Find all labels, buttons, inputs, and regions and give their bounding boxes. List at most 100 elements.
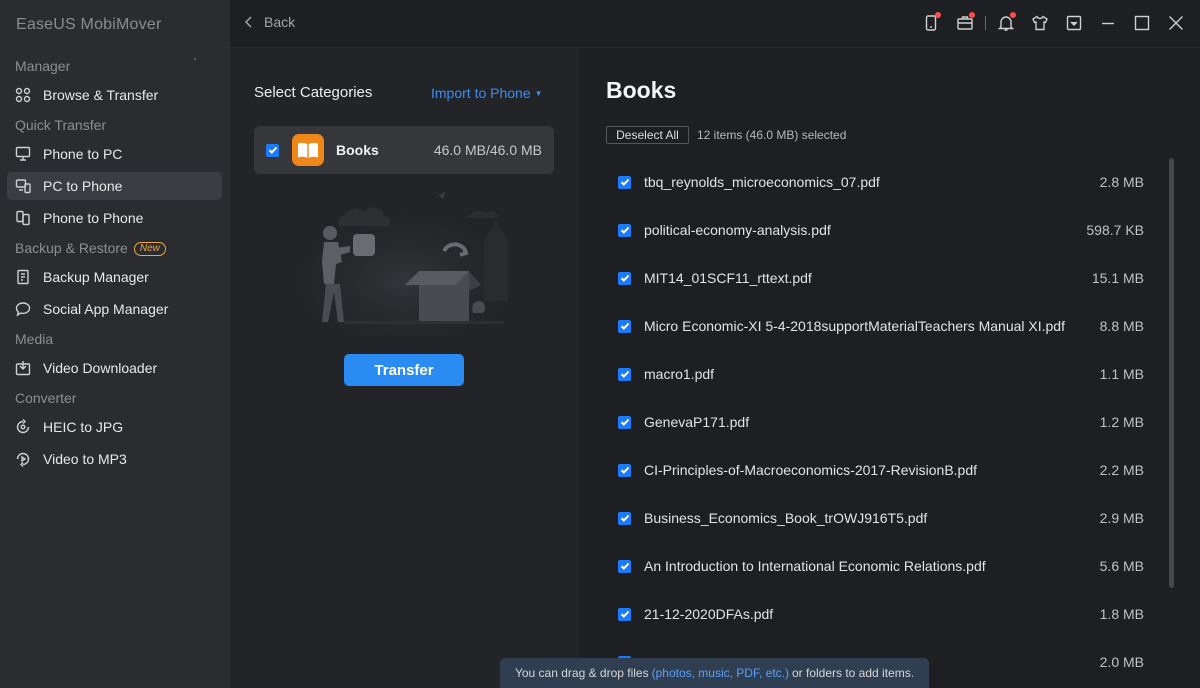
device-button[interactable] xyxy=(921,12,941,34)
pc-to-phone-icon xyxy=(15,178,31,194)
file-size: 2.2 MB xyxy=(1099,462,1144,478)
check-icon xyxy=(620,562,629,570)
sidebar-item-label: Backup Manager xyxy=(43,269,149,285)
back-button[interactable]: Back xyxy=(244,14,295,30)
close-icon xyxy=(1169,16,1183,30)
check-icon xyxy=(620,514,629,522)
drag-drop-hint: You can drag & drop files (photos, music… xyxy=(500,658,929,688)
scrollbar[interactable] xyxy=(1169,158,1174,588)
hint-highlight: (photos, music, PDF, etc.) xyxy=(651,666,789,680)
sidebar-item-social-app-manager[interactable]: Social App Manager xyxy=(7,295,222,323)
minimize-button[interactable] xyxy=(1098,12,1118,34)
caret-down-icon: ▼ xyxy=(534,88,543,98)
file-checkbox[interactable] xyxy=(618,223,631,237)
check-icon xyxy=(620,466,629,474)
file-name: Micro Economic-XI 5-4-2018supportMateria… xyxy=(644,318,1065,334)
new-badge: New xyxy=(133,241,166,256)
file-size: 15.1 MB xyxy=(1091,270,1144,286)
transfer-button[interactable]: Transfer xyxy=(344,354,464,386)
file-size: 2.9 MB xyxy=(1099,510,1144,526)
check-icon xyxy=(620,418,629,426)
file-checkbox[interactable] xyxy=(618,175,631,189)
file-row[interactable]: 21-12-2020DFAs.pdf 1.8 MB xyxy=(606,590,1144,638)
import-to-phone-button[interactable]: Import to Phone ▼ xyxy=(431,85,543,101)
file-size: 1.2 MB xyxy=(1099,414,1144,430)
sidebar-item-heic-to-jpg[interactable]: HEIC to JPG xyxy=(7,413,222,441)
notification-dot xyxy=(1010,12,1016,18)
sidebar: EaseUS MobiMover Manager Browse & Transf… xyxy=(0,0,230,688)
file-size: 1.1 MB xyxy=(1099,366,1144,382)
file-row[interactable]: Business_Economics_Book_trOWJ916T5.pdf 2.… xyxy=(606,494,1144,542)
menu-button[interactable] xyxy=(1064,12,1084,34)
file-checkbox[interactable] xyxy=(618,607,631,621)
file-checkbox[interactable] xyxy=(618,271,631,285)
sidebar-item-browse-transfer[interactable]: Browse & Transfer xyxy=(7,81,222,109)
page-title: Books xyxy=(606,77,677,103)
file-name: tbq_reynolds_microeconomics_07.pdf xyxy=(644,174,880,190)
file-row[interactable]: macro1.pdf 1.1 MB xyxy=(606,350,1144,398)
skin-button[interactable] xyxy=(1030,12,1050,34)
notifications-button[interactable] xyxy=(996,12,1016,34)
file-name: An Introduction to International Economi… xyxy=(644,558,986,574)
file-row[interactable]: MIT14_01SCF11_rttext.pdf 15.1 MB xyxy=(606,254,1144,302)
sidebar-item-phone-to-pc[interactable]: Phone to PC xyxy=(7,140,222,168)
convert-audio-icon xyxy=(15,451,31,467)
file-size: 2.8 MB xyxy=(1099,174,1144,190)
tshirt-icon xyxy=(1032,15,1048,31)
category-checkbox[interactable] xyxy=(266,143,279,157)
sidebar-item-pc-to-phone[interactable]: PC to Phone xyxy=(7,172,222,200)
categories-panel: Select Categories Import to Phone ▼ Book… xyxy=(230,48,579,688)
check-icon xyxy=(620,322,629,330)
file-checkbox[interactable] xyxy=(618,367,631,381)
file-checkbox[interactable] xyxy=(618,319,631,333)
sidebar-item-phone-to-phone[interactable]: Phone to Phone xyxy=(7,204,222,232)
toolbar-divider xyxy=(985,16,986,30)
sidebar-item-label: HEIC to JPG xyxy=(43,419,124,435)
sidebar-item-video-to-mp3[interactable]: Video to MP3 xyxy=(7,445,222,473)
minimize-icon xyxy=(1102,22,1114,25)
check-icon xyxy=(620,610,629,618)
file-row[interactable]: Micro Economic-XI 5-4-2018supportMateria… xyxy=(606,302,1144,350)
app-title: EaseUS MobiMover xyxy=(16,16,162,33)
file-name: MIT14_01SCF11_rttext.pdf xyxy=(644,270,812,286)
file-row[interactable]: political-economy-analysis.pdf 598.7 KB xyxy=(606,206,1144,254)
sidebar-item-video-downloader[interactable]: Video Downloader xyxy=(7,354,222,382)
file-checkbox[interactable] xyxy=(618,559,631,573)
sidebar-item-backup-manager[interactable]: Backup Manager xyxy=(7,263,222,291)
transfer-illustration xyxy=(284,191,524,336)
top-bar: Back xyxy=(230,0,1200,48)
back-label: Back xyxy=(264,14,296,30)
file-row[interactable]: GenevaP171.pdf 1.2 MB xyxy=(606,398,1144,446)
backup-icon xyxy=(15,269,31,285)
file-row[interactable]: tbq_reynolds_microeconomics_07.pdf 2.8 MB xyxy=(606,158,1144,206)
notification-dot xyxy=(935,12,941,18)
file-row[interactable]: An Introduction to International Economi… xyxy=(606,542,1144,590)
hint-text-end: or folders to add items. xyxy=(791,666,915,680)
window-controls xyxy=(907,12,1186,34)
deselect-all-button[interactable]: Deselect All xyxy=(606,126,689,144)
toolbox-button[interactable] xyxy=(955,12,975,34)
notification-dot xyxy=(969,12,975,18)
section-manager: Manager xyxy=(15,58,71,74)
select-categories-title: Select Categories xyxy=(254,84,373,101)
file-name: GenevaP171.pdf xyxy=(644,414,750,430)
grid-icon xyxy=(15,87,31,103)
hint-text: You can drag & drop files xyxy=(514,666,649,680)
category-books[interactable]: Books 46.0 MB/46.0 MB xyxy=(254,126,554,174)
close-button[interactable] xyxy=(1166,12,1186,34)
file-row[interactable]: CI-Principles-of-Macroeconomics-2017-Rev… xyxy=(606,446,1144,494)
file-checkbox[interactable] xyxy=(618,415,631,429)
check-icon xyxy=(620,274,629,282)
import-label: Import to Phone xyxy=(431,85,531,101)
chevron-left-icon xyxy=(244,16,252,28)
file-size: 2.0 MB xyxy=(1099,654,1144,670)
file-name: 21-12-2020DFAs.pdf xyxy=(644,606,774,622)
sidebar-item-label: Social App Manager xyxy=(43,301,169,317)
sidebar-item-label: Browse & Transfer xyxy=(43,87,159,103)
file-checkbox[interactable] xyxy=(618,463,631,477)
file-checkbox[interactable] xyxy=(618,511,631,525)
maximize-button[interactable] xyxy=(1132,12,1152,34)
section-quick-transfer: Quick Transfer xyxy=(15,117,107,133)
section-media: Media xyxy=(15,331,54,347)
sidebar-item-label: Phone to Phone xyxy=(43,210,144,226)
